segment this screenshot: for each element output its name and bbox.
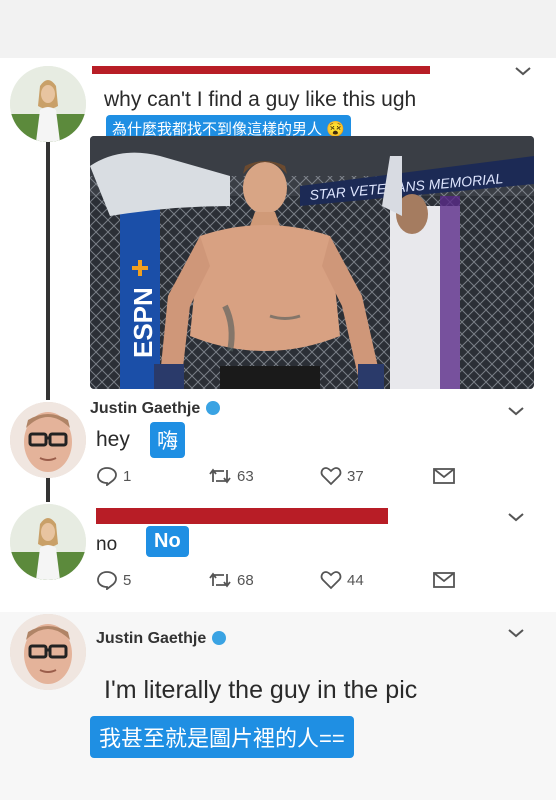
verified-badge-icon xyxy=(212,631,227,645)
tweet-text: no xyxy=(96,534,118,555)
tweet-text: hey xyxy=(96,428,130,451)
message-icon xyxy=(433,468,455,484)
tweet-text: I'm literally the guy in the pic xyxy=(104,676,418,704)
author-name-text: Justin Gaethje xyxy=(96,630,207,647)
like-button[interactable]: 44 xyxy=(320,568,364,592)
reply-button[interactable]: 1 xyxy=(96,464,131,488)
like-count: 37 xyxy=(347,467,364,485)
redacted-username xyxy=(96,508,388,524)
chevron-down-icon[interactable] xyxy=(505,510,527,524)
avatar[interactable] xyxy=(10,402,86,478)
chevron-down-icon[interactable] xyxy=(505,404,527,418)
heart-icon xyxy=(320,571,342,590)
subtitle-caption: No xyxy=(146,526,189,557)
retweet-icon xyxy=(209,468,231,484)
retweet-button[interactable]: 63 xyxy=(208,464,254,488)
chevron-down-icon[interactable] xyxy=(505,626,527,640)
retweet-button[interactable]: 68 xyxy=(208,568,254,592)
subtitle-caption: 嗨 xyxy=(150,422,185,458)
chevron-down-icon[interactable] xyxy=(512,64,534,78)
screenshot-top-margin xyxy=(0,0,556,58)
tweet-actions: 1 63 37 xyxy=(96,464,476,488)
retweet-icon xyxy=(209,572,231,588)
reply-icon xyxy=(97,571,117,590)
retweet-count: 63 xyxy=(237,467,254,485)
message-button[interactable] xyxy=(432,568,461,592)
fighter-photo: ESPN STAR VETERANS MEMORIAL xyxy=(90,136,534,389)
tweet-original[interactable]: why can't I find a guy like this ugh 為什麼… xyxy=(0,58,556,398)
reply-count: 5 xyxy=(123,571,132,589)
heart-icon xyxy=(320,467,342,486)
retweet-count: 68 xyxy=(237,571,254,589)
tweet-reply[interactable]: Justin Gaethje hey 嗨 1 63 37 xyxy=(0,398,556,498)
message-button[interactable] xyxy=(432,464,461,488)
avatar[interactable] xyxy=(10,66,86,142)
redacted-username xyxy=(92,66,430,74)
message-icon xyxy=(433,572,455,588)
reply-count: 1 xyxy=(123,467,132,485)
verified-badge-icon xyxy=(206,401,221,415)
avatar[interactable] xyxy=(10,614,86,690)
author-name[interactable]: Justin Gaethje xyxy=(90,400,221,418)
svg-text:ESPN: ESPN xyxy=(128,287,158,358)
tweet-text: why can't I find a guy like this ugh xyxy=(104,88,417,111)
reply-button[interactable]: 5 xyxy=(96,568,131,592)
tweet-photo[interactable]: ESPN STAR VETERANS MEMORIAL xyxy=(90,136,534,389)
author-name[interactable]: Justin Gaethje xyxy=(96,630,227,648)
tweet-actions: 5 68 44 xyxy=(96,568,476,592)
tweet-reply[interactable]: Justin Gaethje I'm literally the guy in … xyxy=(0,612,556,800)
avatar[interactable] xyxy=(10,504,86,580)
like-count: 44 xyxy=(347,571,364,589)
avatar-photo xyxy=(10,402,86,478)
like-button[interactable]: 37 xyxy=(320,464,364,488)
reply-icon xyxy=(97,467,117,486)
avatar-photo xyxy=(10,504,86,580)
avatar-photo xyxy=(10,66,86,142)
tweet-reply[interactable]: no No 5 68 44 xyxy=(0,500,556,608)
author-name-text: Justin Gaethje xyxy=(90,400,201,417)
subtitle-caption: 我甚至就是圖片裡的人== xyxy=(90,716,354,758)
avatar-photo xyxy=(10,614,86,690)
